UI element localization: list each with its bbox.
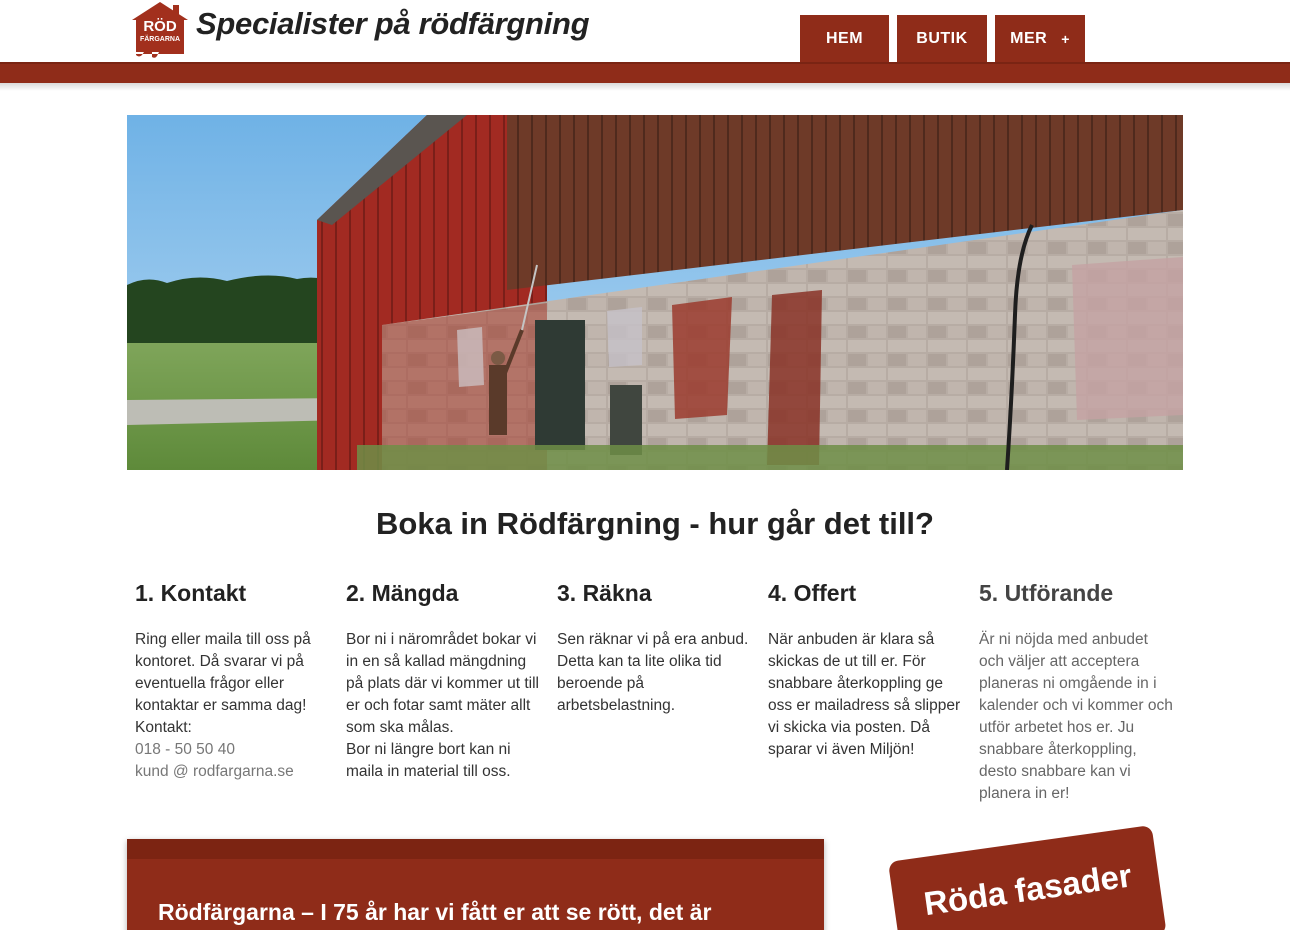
- nav-item-butik[interactable]: BUTIK: [897, 15, 987, 63]
- section-title: Boka in Rödfärgning - hur går det till?: [376, 506, 934, 541]
- step-line: När anbuden är klara så skickas de ut ti…: [768, 631, 961, 758]
- process-steps: 1. Kontakt Ring eller maila till oss på …: [135, 580, 1185, 810]
- step-text: Sen räknar vi på era anbud. Detta kan ta…: [557, 629, 752, 717]
- step-title: 5. Utförande: [979, 580, 1114, 606]
- logo-text-bottom: FÄRGARNA: [140, 35, 180, 43]
- step-kontakt: 1. Kontakt Ring eller maila till oss på …: [135, 580, 330, 783]
- step-mangda: 2. Mängda Bor ni i närområdet bokar vi i…: [346, 580, 541, 783]
- logo-icon[interactable]: RÖD FÄRGARNA: [130, 2, 190, 58]
- nav-item-label: BUTIK: [916, 30, 968, 47]
- step-title: 2. Mängda: [346, 580, 459, 606]
- hero-barn-photo: [127, 115, 1183, 470]
- intro-panel: Rödfärgarna – I 75 år har vi fått er att…: [127, 839, 824, 930]
- step-title: 1. Kontakt: [135, 580, 247, 606]
- step-line: Bor ni längre bort kan ni maila in mater…: [346, 741, 511, 780]
- site-title[interactable]: Specialister på rödfärgning: [196, 6, 590, 42]
- nav-item-hem[interactable]: HEM: [800, 15, 889, 63]
- step-rakna: 3. Räkna Sen räknar vi på era anbud. Det…: [557, 580, 752, 717]
- panel-top-bar: [127, 839, 824, 859]
- panel-text: Rödfärgarna – I 75 år har vi fått er att…: [158, 899, 712, 925]
- nav-item-label: MER: [1010, 30, 1048, 47]
- step-title: 3. Räkna: [557, 580, 652, 606]
- phone-link[interactable]: 018 - 50 50 40: [135, 739, 330, 761]
- site-header: RÖD FÄRGARNA Specialister på rödfärgning…: [0, 0, 1290, 64]
- step-text: När anbuden är klara så skickas de ut ti…: [768, 629, 963, 761]
- header-shadow: [0, 83, 1290, 91]
- step-line: Sen räknar vi på era anbud. Detta kan ta…: [557, 631, 749, 714]
- step-text: Ring eller maila till oss på kontoret. D…: [135, 629, 330, 783]
- step-text: Är ni nöjda med anbudet och väljer att a…: [979, 629, 1174, 805]
- step-line: Är ni nöjda med anbudet och väljer att a…: [979, 631, 1173, 802]
- step-offert: 4. Offert När anbuden är klara så skicka…: [768, 580, 963, 761]
- step-line: Bor ni i närområdet bokar vi in en så ka…: [346, 631, 539, 736]
- step-text: Bor ni i närområdet bokar vi in en så ka…: [346, 629, 541, 783]
- email-link[interactable]: kund @ rodfargarna.se: [135, 761, 330, 783]
- badge-text: Röda fasader: [921, 856, 1134, 923]
- roda-fasader-badge[interactable]: Röda fasader: [888, 824, 1167, 930]
- step-line: Ring eller maila till oss på kontoret. D…: [135, 631, 311, 714]
- nav-item-mer[interactable]: MER +: [995, 15, 1085, 63]
- step-title: 4. Offert: [768, 580, 857, 606]
- header-band: [0, 62, 1290, 83]
- step-utforande: 5. Utförande Är ni nöjda med anbudet och…: [979, 580, 1174, 805]
- main-nav: HEM BUTIK MER +: [800, 15, 1085, 63]
- nav-item-label: HEM: [825, 30, 864, 47]
- step-line: Kontakt:: [135, 719, 192, 736]
- plus-icon: +: [1061, 31, 1070, 47]
- logo-text-top: RÖD: [143, 18, 177, 35]
